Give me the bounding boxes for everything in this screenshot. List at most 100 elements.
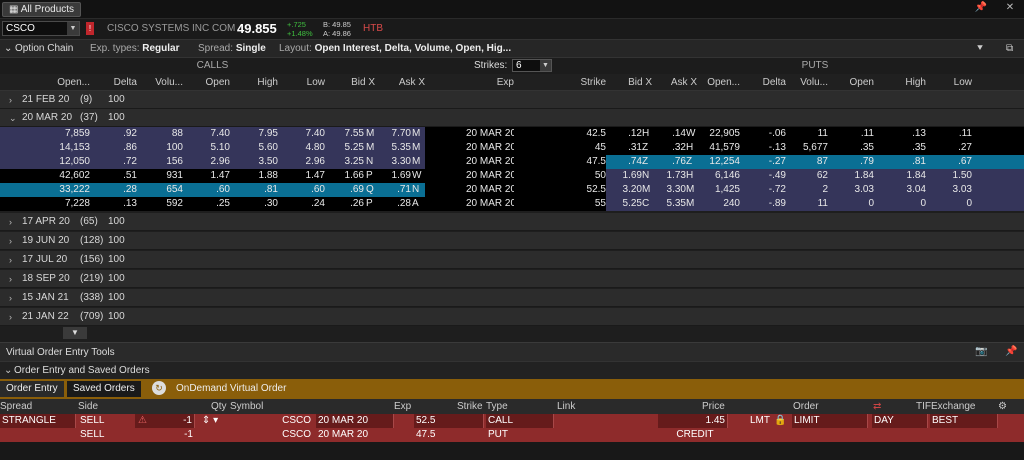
call-cell[interactable]: 7.55 [330,127,364,141]
put-col-header[interactable]: Volu... [788,77,828,88]
call-cell[interactable]: 156 [138,155,183,169]
put-cell[interactable]: .32 [655,141,686,155]
call-cell[interactable]: .81 [230,183,278,197]
call-cell[interactable]: 654 [138,183,183,197]
camera-icon[interactable]: 📷 [975,346,987,357]
alert-icon[interactable]: ⚠ [138,414,150,428]
expiration-row[interactable]: › 21 JAN 22 (709) 100 [0,308,1024,326]
call-cell[interactable]: 3.50 [230,155,278,169]
exp-col-header[interactable]: Exp [466,77,514,88]
put-cell[interactable]: M [686,183,696,197]
close-icon[interactable]: ✕ [1002,2,1018,17]
put-cell[interactable]: .67 [930,155,972,169]
call-cell[interactable]: 1.88 [230,169,278,183]
put-col-header[interactable]: Delta [744,77,786,88]
put-cell[interactable]: M [686,197,696,211]
call-cell[interactable]: 4.80 [280,141,325,155]
call-cell[interactable]: P [366,197,376,211]
qty-spinner-icon[interactable]: ⇕ ▾ [198,414,222,428]
put-cell[interactable]: 0 [930,197,972,211]
put-cell[interactable]: 1.50 [930,169,972,183]
put-cell[interactable]: 2 [788,183,828,197]
put-cell[interactable]: .11 [832,127,874,141]
call-cell[interactable]: .60 [186,183,230,197]
pin-icon[interactable]: 📌 [1005,346,1017,357]
put-cell[interactable]: .79 [832,155,874,169]
call-col-header[interactable]: Bid X [330,77,375,88]
strikes-selector[interactable]: 6 ▼ [512,59,552,72]
settings-icon[interactable]: ⚙ [998,399,1007,414]
put-cell[interactable]: 0 [880,197,926,211]
put-cell[interactable]: N [642,169,652,183]
put-cell[interactable]: Z [686,155,696,169]
order-order[interactable]: LIMIT [792,414,868,428]
put-cell[interactable]: 5.25 [610,197,642,211]
call-cell[interactable]: 592 [138,197,183,211]
put-cell[interactable]: 5,677 [788,141,828,155]
put-cell[interactable]: .27 [930,141,972,155]
call-cell[interactable]: 2.96 [280,155,325,169]
call-cell[interactable]: 7.95 [230,127,278,141]
expiration-row[interactable]: › 18 SEP 20 (219) 100 [0,270,1024,288]
collapse-chevron-icon[interactable]: ⌄ [4,365,12,376]
call-col-header[interactable]: Open... [40,77,90,88]
put-cell[interactable]: C [642,197,652,211]
call-cell[interactable]: M [366,127,376,141]
option-row[interactable]: 7,859.92 88 7.40 7.95 7.40 7.55 M 7.70 M 20 MAR 2… [0,127,1024,141]
chevron-icon[interactable]: › [9,91,12,109]
call-cell[interactable]: 5.35 [378,141,411,155]
call-cell[interactable]: .51 [92,169,137,183]
call-cell[interactable]: .26 [330,197,364,211]
put-cell[interactable]: 87 [788,155,828,169]
call-cell[interactable]: 14,153 [40,141,90,155]
expiration-row[interactable]: › 15 JAN 21 (338) 100 [0,289,1024,307]
put-cell[interactable]: 11 [788,197,828,211]
call-cell[interactable]: .28 [378,197,411,211]
order-type[interactable]: CALL [486,414,554,428]
tab-saved-orders[interactable]: Saved Orders [67,381,141,397]
order-price-type[interactable]: LMT [748,414,770,428]
call-cell[interactable]: 7.40 [186,127,230,141]
call-cell[interactable]: 1.66 [330,169,364,183]
put-cell[interactable]: H [686,141,696,155]
put-cell[interactable]: 41,579 [700,141,740,155]
call-col-header[interactable]: Low [280,77,325,88]
call-cell[interactable]: 931 [138,169,183,183]
put-cell[interactable]: -.13 [744,141,786,155]
call-cell[interactable]: N [366,155,376,169]
call-cell[interactable]: 7,228 [40,197,90,211]
all-products-button[interactable]: ▦ All Products [2,2,82,17]
dropdown-menu-icon[interactable]: ⯆ [976,43,984,54]
order-row[interactable]: STRANGLE SELL -1 CSCO 20 MAR 20 52.5 CALL 1.45 L… [0,414,1024,428]
put-cell[interactable]: 12,254 [700,155,740,169]
call-cell[interactable]: 100 [138,141,183,155]
put-cell[interactable]: M [642,183,652,197]
option-row[interactable]: 42,602.51 931 1.47 1.88 1.47 1.66 P 1.69 W 20 MAR… [0,169,1024,183]
order-strike[interactable]: 52.5 [414,414,484,428]
expiration-row[interactable]: ⌄ 20 MAR 20 (37) 100 [0,109,1024,127]
call-cell[interactable]: 3.25 [330,155,364,169]
call-cell[interactable]: .60 [280,183,325,197]
call-cell[interactable]: 88 [138,127,183,141]
put-cell[interactable]: .12 [610,127,642,141]
put-cell[interactable]: 240 [700,197,740,211]
put-cell[interactable]: 1.69 [610,169,642,183]
order-row[interactable]: SELL -1 CSCO 20 MAR 20 47.5 PUT CREDIT [0,428,1024,442]
call-cell[interactable]: M [412,141,423,155]
order-exp[interactable]: 20 MAR 20 [316,428,394,442]
option-row[interactable]: 33,222.28 654.60.81.60.69 Q .71 N 20 MAR 20 52… [0,183,1024,197]
put-cell[interactable]: H [686,169,696,183]
put-cell[interactable]: .76 [655,155,686,169]
call-cell[interactable]: 3.30 [378,155,411,169]
chevron-icon[interactable]: › [9,270,12,288]
put-cell[interactable]: .31 [610,141,642,155]
order-symbol[interactable]: CSCO [230,428,313,442]
call-cell[interactable]: .13 [92,197,137,211]
order-spread[interactable]: STRANGLE [0,414,76,428]
put-col-header[interactable]: Ask X [655,77,697,88]
symbol-input[interactable]: CSCO ▼ [2,21,80,36]
put-cell[interactable]: -.49 [744,169,786,183]
put-cell[interactable]: 62 [788,169,828,183]
tif-link-icon[interactable]: ⇄ [873,399,881,414]
put-col-header[interactable]: Open [832,77,874,88]
